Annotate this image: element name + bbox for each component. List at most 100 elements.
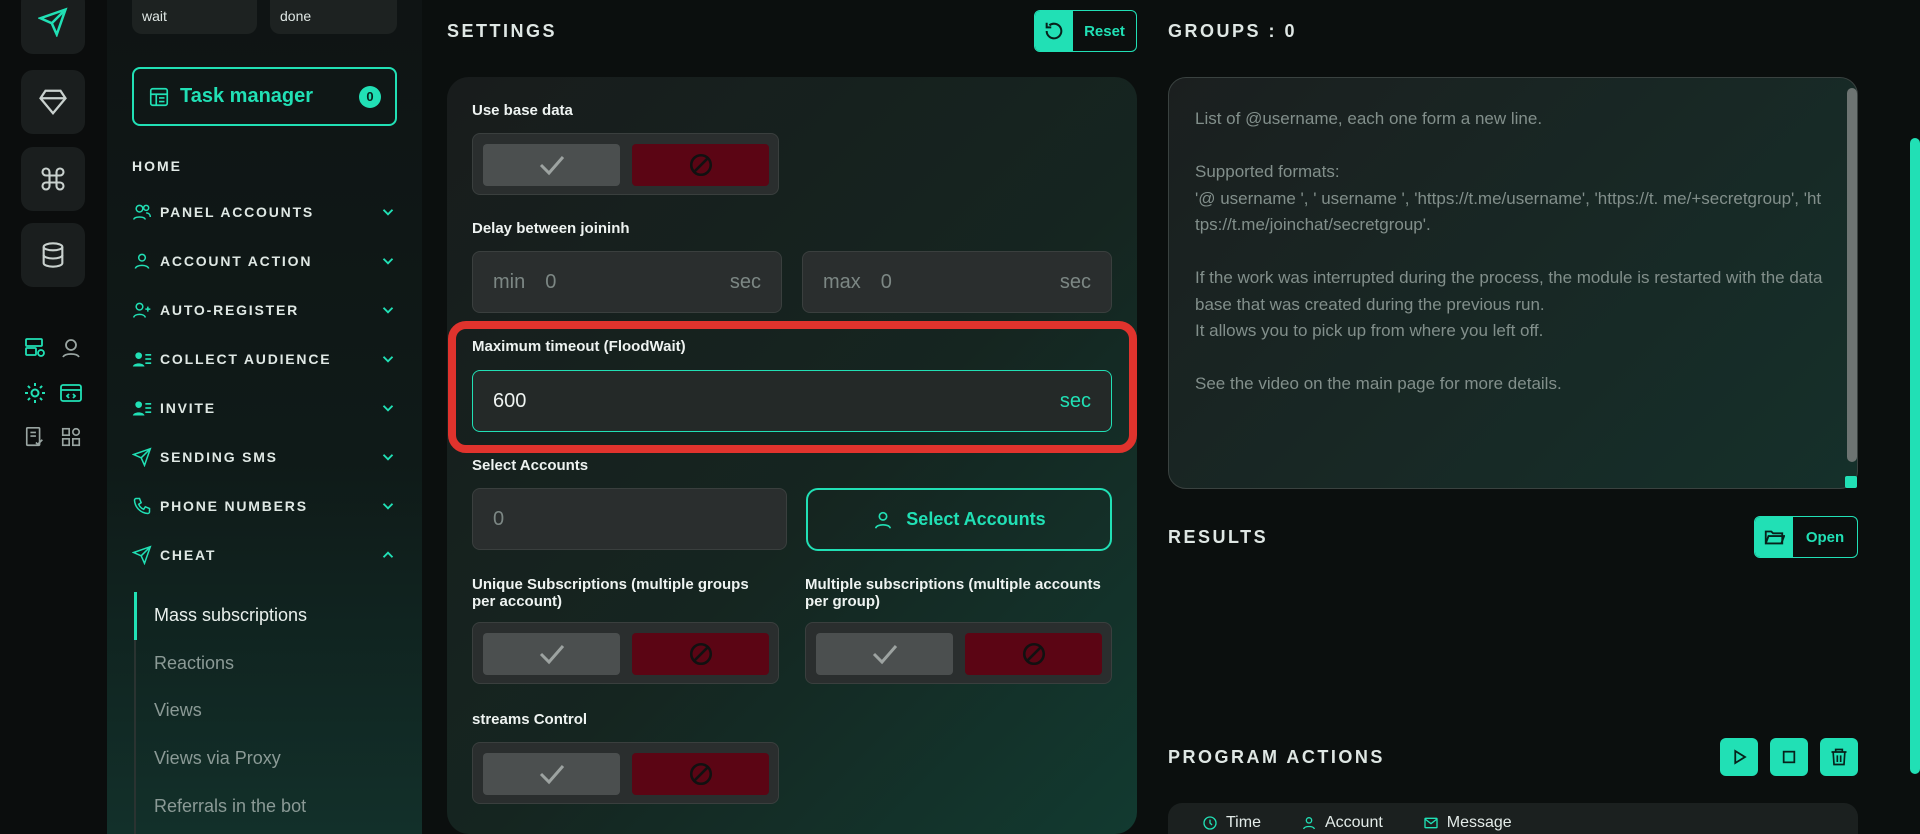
- diamond-icon: [39, 89, 67, 116]
- log-column-label: Time: [1226, 814, 1261, 831]
- rail-send-button[interactable]: [21, 0, 85, 54]
- users-icon: [132, 204, 152, 220]
- reset-button[interactable]: Reset: [1034, 10, 1137, 52]
- user-list-icon: [132, 401, 152, 416]
- done-pill[interactable]: done: [270, 0, 397, 34]
- toggle-no-button[interactable]: [632, 633, 769, 675]
- toggle-no-button[interactable]: [632, 144, 769, 186]
- nav-invite[interactable]: INVITE: [132, 395, 397, 421]
- rail-user-circle[interactable]: [57, 334, 85, 362]
- nav-label: CHEAT: [160, 547, 217, 563]
- unique-subs-label: Unique Subscriptions (multiple groups pe…: [472, 576, 749, 610]
- log-column-message: Message: [1423, 814, 1512, 832]
- nav-label: PHONE NUMBERS: [160, 498, 308, 514]
- sec-unit: sec: [729, 270, 761, 293]
- open-label: Open: [1805, 528, 1845, 546]
- ban-icon: [689, 642, 712, 666]
- use-base-data-toggle: [472, 133, 779, 195]
- nav-cheat[interactable]: CHEAT: [132, 542, 397, 568]
- rail-code-window[interactable]: [57, 379, 85, 407]
- nav-panel-accounts[interactable]: PANEL ACCOUNTS: [132, 199, 397, 225]
- nav-label: ACCOUNT ACTION: [160, 253, 313, 269]
- delay-min-input[interactable]: min 0 sec: [472, 251, 782, 313]
- textarea-resize-handle[interactable]: [1845, 476, 1857, 488]
- phone-icon: [133, 497, 151, 515]
- app-root: wait done Task manager 0 HOME PANEL ACCO…: [0, 0, 1920, 834]
- rail-gear[interactable]: [21, 379, 49, 407]
- icon-rail: [0, 0, 107, 834]
- chevron-down-icon: [382, 356, 394, 363]
- nav-home[interactable]: HOME: [132, 158, 182, 174]
- groups-title: GROUPS : 0: [1168, 21, 1298, 41]
- stop-icon: [1782, 750, 1796, 764]
- rail-shapes[interactable]: [57, 423, 85, 451]
- nav-label: INVITE: [160, 400, 216, 416]
- log-column-time: Time: [1202, 814, 1261, 832]
- open-results-button[interactable]: Open: [1754, 516, 1858, 558]
- refresh-icon: [1045, 22, 1063, 40]
- subnav-views[interactable]: Views: [154, 700, 202, 721]
- delay-max-input[interactable]: max 0 sec: [802, 251, 1112, 313]
- toggle-yes-button[interactable]: [483, 144, 620, 186]
- highlight-box: [448, 321, 1137, 453]
- open-icon-box: [1755, 517, 1793, 557]
- results-title: RESULTS: [1168, 527, 1269, 547]
- chevron-down-icon: [382, 209, 394, 216]
- use-base-data-label: Use base data: [472, 102, 573, 119]
- task-count-badge: 0: [359, 85, 381, 108]
- toggle-no-button[interactable]: [632, 753, 769, 795]
- play-button[interactable]: [1720, 738, 1758, 776]
- nav-collect-audience[interactable]: COLLECT AUDIENCE: [132, 346, 397, 372]
- check-icon: [539, 156, 564, 176]
- check-icon: [539, 765, 564, 785]
- log-column-label: Message: [1446, 814, 1512, 831]
- log-table-header: Time Account Message: [1168, 803, 1858, 834]
- rail-database-button[interactable]: [21, 223, 85, 287]
- ban-icon: [689, 153, 712, 177]
- send-icon: [132, 447, 152, 467]
- clear-log-button[interactable]: [1820, 738, 1858, 776]
- toggle-yes-button[interactable]: [483, 633, 620, 675]
- send-icon: [132, 545, 152, 565]
- check-icon: [872, 645, 897, 665]
- subnav-mass-subscriptions[interactable]: Mass subscriptions: [154, 605, 307, 626]
- stop-button[interactable]: [1770, 738, 1808, 776]
- page-scrollbar[interactable]: [1910, 138, 1920, 774]
- groups-textarea[interactable]: List of @username, each one form a new l…: [1168, 77, 1858, 489]
- toggle-yes-button[interactable]: [816, 633, 953, 675]
- rail-command-button[interactable]: [21, 147, 85, 211]
- nav-sending-sms[interactable]: SENDING SMS: [132, 444, 397, 470]
- gear-icon: [25, 383, 45, 403]
- multiple-subs-toggle: [805, 622, 1112, 684]
- rail-diamond-button[interactable]: [21, 70, 85, 134]
- rail-checklist[interactable]: [21, 423, 49, 451]
- log-column-label: Account: [1324, 814, 1383, 831]
- task-manager-button[interactable]: Task manager 0: [132, 67, 397, 126]
- rail-server-settings[interactable]: [21, 334, 49, 362]
- reset-label: Reset: [1084, 22, 1125, 40]
- code-window-icon: [60, 384, 82, 402]
- selected-accounts-count[interactable]: 0: [472, 488, 787, 550]
- subnav-views-via-proxy[interactable]: Views via Proxy: [154, 748, 281, 769]
- subnav-reactions[interactable]: Reactions: [154, 653, 234, 674]
- select-accounts-button[interactable]: Select Accounts: [806, 488, 1112, 551]
- nav-phone-numbers[interactable]: PHONE NUMBERS: [132, 493, 397, 519]
- ban-icon: [1022, 642, 1045, 666]
- settings-title: SETTINGS: [447, 21, 558, 41]
- nav-label: PANEL ACCOUNTS: [160, 204, 315, 220]
- subnav-referrals-in-bot[interactable]: Referrals in the bot: [154, 796, 306, 817]
- wait-pill[interactable]: wait: [132, 0, 257, 34]
- delay-label: Delay between joininh: [472, 220, 630, 237]
- nav-account-action[interactable]: ACCOUNT ACTION: [132, 248, 397, 274]
- toggle-no-button[interactable]: [965, 633, 1102, 675]
- send-icon: [38, 7, 68, 37]
- done-label: done: [280, 8, 312, 24]
- shapes-icon: [61, 427, 81, 447]
- task-manager-icon: [149, 87, 169, 106]
- command-icon: [41, 167, 65, 191]
- wait-label: wait: [142, 8, 167, 24]
- selected-count-value: 0: [493, 507, 505, 530]
- nav-auto-register[interactable]: AUTO-REGISTER: [132, 297, 397, 323]
- textarea-scrollbar[interactable]: [1847, 88, 1857, 462]
- toggle-yes-button[interactable]: [483, 753, 620, 795]
